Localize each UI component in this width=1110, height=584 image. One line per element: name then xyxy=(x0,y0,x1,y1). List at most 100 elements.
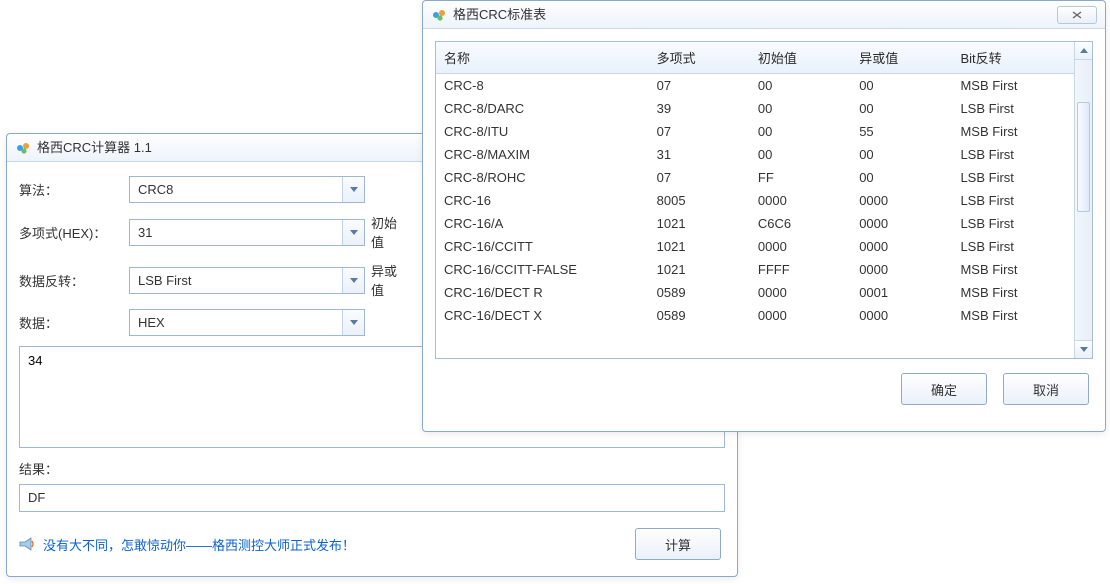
table-row[interactable]: CRC-16/DECT X058900000000MSB First xyxy=(436,304,1074,327)
cell-reflect: LSB First xyxy=(952,166,1074,189)
app-icon xyxy=(431,7,447,23)
app-icon xyxy=(15,140,31,156)
scroll-up-icon[interactable] xyxy=(1075,42,1092,60)
promo-link[interactable]: 没有大不同，怎敢惊动你——格西测控大师正式发布！ xyxy=(43,535,355,554)
cell-init: 00 xyxy=(750,97,851,120)
data-format-value: HEX xyxy=(138,315,165,330)
table-header-row: 名称 多项式 初始值 异或值 Bit反转 xyxy=(436,42,1074,74)
label-result: 结果： xyxy=(19,459,725,478)
cell-init: 0000 xyxy=(750,304,851,327)
polynomial-value: 31 xyxy=(138,225,152,240)
cell-xor: 0000 xyxy=(851,304,952,327)
table-row[interactable]: CRC-16/DECT R058900000001MSB First xyxy=(436,281,1074,304)
cell-init: 0000 xyxy=(750,281,851,304)
scrollbar-thumb[interactable] xyxy=(1077,102,1090,212)
cell-init: 00 xyxy=(750,143,851,166)
cell-xor: 0000 xyxy=(851,258,952,281)
cell-poly: 31 xyxy=(649,143,750,166)
ok-button[interactable]: 确定 xyxy=(901,373,987,405)
cell-init: C6C6 xyxy=(750,212,851,235)
cell-poly: 07 xyxy=(649,120,750,143)
cell-reflect: MSB First xyxy=(952,281,1074,304)
chevron-down-icon xyxy=(342,310,364,335)
cell-name: CRC-16 xyxy=(436,189,649,212)
table-row[interactable]: CRC-16/CCITT-FALSE1021FFFF0000MSB First xyxy=(436,258,1074,281)
data-format-select[interactable]: HEX xyxy=(129,309,365,336)
cancel-button[interactable]: 取消 xyxy=(1003,373,1089,405)
cell-poly: 0589 xyxy=(649,281,750,304)
cell-poly: 0589 xyxy=(649,304,750,327)
table-row[interactable]: CRC-8/ITU070055MSB First xyxy=(436,120,1074,143)
data-reflect-value: LSB First xyxy=(138,273,191,288)
cell-poly: 1021 xyxy=(649,258,750,281)
cell-name: CRC-16/A xyxy=(436,212,649,235)
result-output[interactable]: DF xyxy=(19,484,725,512)
cell-init: 00 xyxy=(750,74,851,98)
crc-table[interactable]: 名称 多项式 初始值 异或值 Bit反转 CRC-8070000MSB Firs… xyxy=(436,42,1074,358)
cell-xor: 00 xyxy=(851,166,952,189)
cell-reflect: MSB First xyxy=(952,258,1074,281)
label-algorithm: 算法： xyxy=(19,180,129,199)
col-header-name[interactable]: 名称 xyxy=(436,42,649,74)
cell-xor: 00 xyxy=(851,97,952,120)
table-row[interactable]: CRC-8/DARC390000LSB First xyxy=(436,97,1074,120)
col-header-xor[interactable]: 异或值 xyxy=(851,42,952,74)
close-icon xyxy=(1072,11,1082,19)
label-polynomial: 多项式(HEX)： xyxy=(19,223,129,242)
col-header-init[interactable]: 初始值 xyxy=(750,42,851,74)
scroll-down-icon[interactable] xyxy=(1075,340,1092,358)
cell-name: CRC-8 xyxy=(436,74,649,98)
col-header-reflect[interactable]: Bit反转 xyxy=(952,42,1074,74)
cell-init: 00 xyxy=(750,120,851,143)
chevron-down-icon xyxy=(342,268,364,293)
cell-reflect: MSB First xyxy=(952,120,1074,143)
cell-xor: 00 xyxy=(851,143,952,166)
calculate-button[interactable]: 计算 xyxy=(635,528,721,560)
cell-reflect: LSB First xyxy=(952,143,1074,166)
cell-name: CRC-16/CCITT xyxy=(436,235,649,258)
table-row[interactable]: CRC-8/MAXIM310000LSB First xyxy=(436,143,1074,166)
table-row[interactable]: CRC-16/A1021C6C60000LSB First xyxy=(436,212,1074,235)
cell-name: CRC-8/ROHC xyxy=(436,166,649,189)
label-data-format: 数据： xyxy=(19,313,129,332)
megaphone-icon xyxy=(19,537,37,551)
table-row[interactable]: CRC-16/CCITT102100000000LSB First xyxy=(436,235,1074,258)
table-row[interactable]: CRC-16800500000000LSB First xyxy=(436,189,1074,212)
table-row[interactable]: CRC-8/ROHC07FF00LSB First xyxy=(436,166,1074,189)
cell-xor: 0000 xyxy=(851,235,952,258)
cell-init: FFFF xyxy=(750,258,851,281)
chevron-down-icon xyxy=(342,220,364,245)
cell-poly: 07 xyxy=(649,166,750,189)
table-titlebar[interactable]: 格西CRC标准表 xyxy=(423,1,1105,29)
algorithm-select[interactable]: CRC8 xyxy=(129,176,365,203)
cell-poly: 39 xyxy=(649,97,750,120)
cell-xor: 0000 xyxy=(851,189,952,212)
cell-xor: 00 xyxy=(851,74,952,98)
cell-name: CRC-16/CCITT-FALSE xyxy=(436,258,649,281)
crc-table-window: 格西CRC标准表 名称 多项式 初始值 xyxy=(422,0,1106,432)
cell-poly: 07 xyxy=(649,74,750,98)
cell-name: CRC-8/ITU xyxy=(436,120,649,143)
cell-xor: 55 xyxy=(851,120,952,143)
cell-name: CRC-8/DARC xyxy=(436,97,649,120)
cell-name: CRC-8/MAXIM xyxy=(436,143,649,166)
cell-reflect: LSB First xyxy=(952,212,1074,235)
close-button[interactable] xyxy=(1057,6,1097,24)
cell-poly: 8005 xyxy=(649,189,750,212)
col-header-poly[interactable]: 多项式 xyxy=(649,42,750,74)
vertical-scrollbar[interactable] xyxy=(1074,42,1092,358)
label-init-value: 初始值 xyxy=(365,213,409,251)
cell-init: 0000 xyxy=(750,235,851,258)
polynomial-input[interactable]: 31 xyxy=(129,219,365,246)
cell-reflect: LSB First xyxy=(952,189,1074,212)
cell-poly: 1021 xyxy=(649,235,750,258)
data-reflect-select[interactable]: LSB First xyxy=(129,267,365,294)
cell-init: 0000 xyxy=(750,189,851,212)
calculator-title: 格西CRC计算器 1.1 xyxy=(37,134,152,162)
cell-poly: 1021 xyxy=(649,212,750,235)
cell-reflect: LSB First xyxy=(952,235,1074,258)
table-row[interactable]: CRC-8070000MSB First xyxy=(436,74,1074,98)
cell-reflect: MSB First xyxy=(952,74,1074,98)
cell-reflect: LSB First xyxy=(952,97,1074,120)
cell-xor: 0000 xyxy=(851,212,952,235)
